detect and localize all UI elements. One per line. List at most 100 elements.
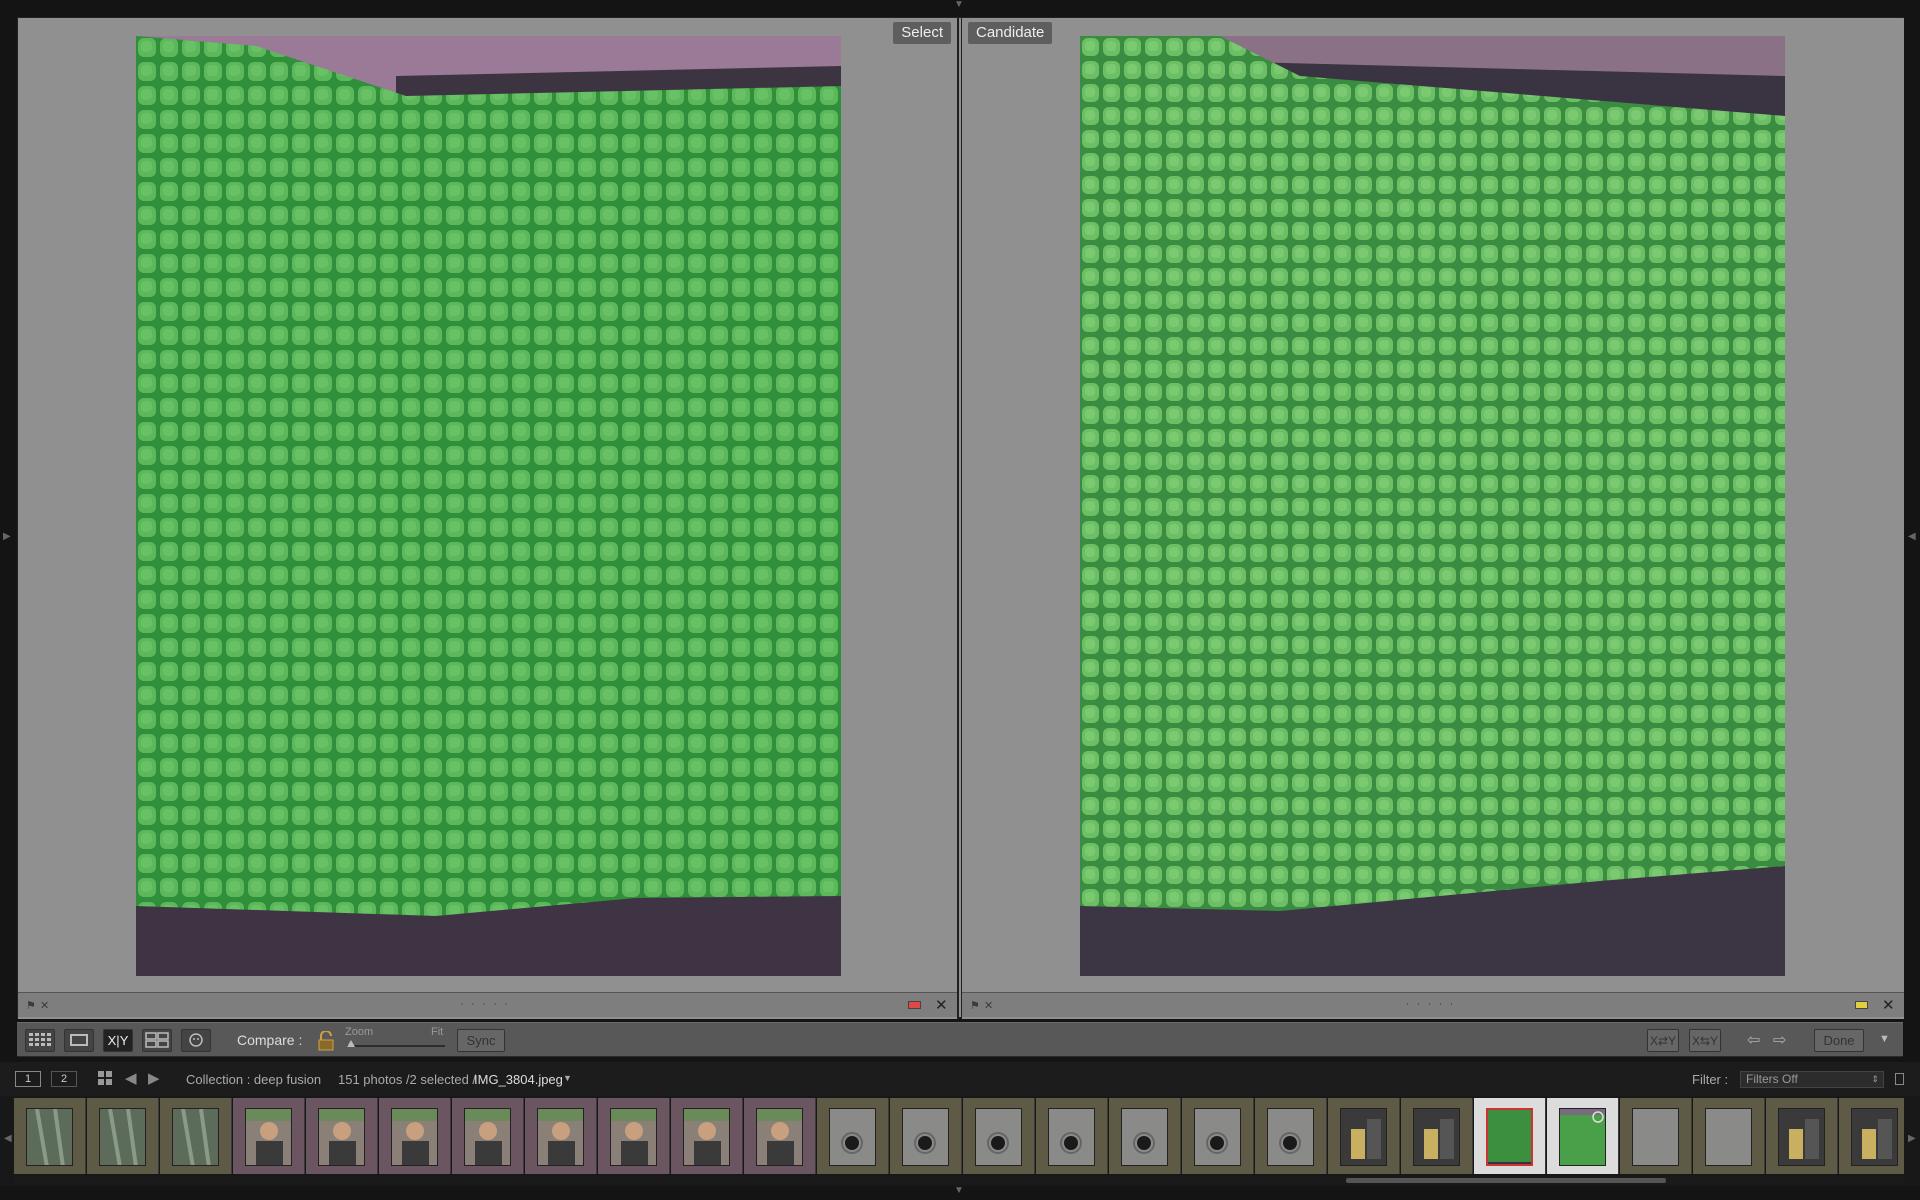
filename-dropdown-icon[interactable]: ▼ xyxy=(563,1073,572,1083)
thumbnail-image xyxy=(610,1108,657,1166)
filmstrip-left-icon[interactable]: ◀ xyxy=(4,1134,12,1144)
right-panel-toggle-icon[interactable]: ◀ xyxy=(1908,532,1916,542)
compare-view-button[interactable]: X|Y xyxy=(103,1029,133,1052)
filter-select[interactable]: Filters Off ⇕ xyxy=(1740,1071,1884,1088)
make-select-button[interactable]: X⇆Y xyxy=(1689,1029,1721,1052)
photo-count: 151 photos /2 selected / xyxy=(338,1072,477,1087)
toolbar: X|Y Compare : Zoom Fit Sync X⇄Y X⇆Y ⇦ ⇨ … xyxy=(17,1022,1903,1057)
zoom-slider-handle[interactable] xyxy=(347,1040,355,1047)
filmstrip-thumbnail[interactable] xyxy=(1547,1098,1619,1174)
monitor-2-button[interactable]: 2 xyxy=(51,1071,77,1087)
close-icon[interactable]: ✕ xyxy=(935,996,948,1014)
loupe-view-button[interactable] xyxy=(64,1029,94,1052)
filmstrip-thumbnail[interactable] xyxy=(598,1098,670,1174)
bottom-panel-toggle-icon[interactable]: ▼ xyxy=(954,1186,964,1196)
filmstrip-thumbnail[interactable] xyxy=(817,1098,889,1174)
top-panel-toggle-icon[interactable]: ▼ xyxy=(954,0,964,10)
filmstrip-thumbnail[interactable] xyxy=(1255,1098,1327,1174)
filmstrip-thumbnail[interactable] xyxy=(233,1098,305,1174)
toolbar-menu-chevron-icon[interactable]: ▼ xyxy=(1879,1033,1890,1045)
filmstrip-thumbnail[interactable] xyxy=(1109,1098,1181,1174)
thumbnail-image xyxy=(1121,1108,1168,1166)
collection-name[interactable]: Collection : deep fusion xyxy=(186,1072,321,1087)
color-label-yellow[interactable] xyxy=(1855,1001,1868,1009)
filmstrip-thumbnail[interactable] xyxy=(87,1098,159,1174)
filmstrip-thumbnail[interactable] xyxy=(379,1098,451,1174)
thumbnail-image xyxy=(172,1108,219,1166)
back-arrow-icon[interactable]: ◀ xyxy=(125,1069,137,1087)
zoom-slider-track[interactable] xyxy=(347,1045,445,1047)
filmstrip-thumbnail[interactable] xyxy=(1401,1098,1473,1174)
previous-arrow-icon[interactable]: ⇦ xyxy=(1747,1030,1760,1050)
filmstrip-thumbnail[interactable] xyxy=(1693,1098,1765,1174)
filmstrip-thumbnails xyxy=(14,1096,1904,1176)
star-rating[interactable]: ····· xyxy=(1406,996,1461,1010)
flag-icon[interactable]: ⚑ xyxy=(970,999,980,1012)
select-label: Select xyxy=(893,22,951,44)
thumbnail-image xyxy=(245,1108,292,1166)
filter-lock-icon[interactable] xyxy=(1895,1073,1904,1085)
thumbnail-image xyxy=(683,1108,730,1166)
thumbnail-image xyxy=(537,1108,584,1166)
candidate-photo[interactable] xyxy=(1080,36,1785,976)
grid-view-button[interactable] xyxy=(25,1029,55,1052)
color-label-red[interactable] xyxy=(908,1001,921,1009)
thumbnail-image xyxy=(1705,1108,1752,1166)
left-panel-toggle-icon[interactable]: ▶ xyxy=(3,532,11,542)
next-arrow-icon[interactable]: ⇨ xyxy=(1773,1030,1786,1050)
reject-icon[interactable]: ✕ xyxy=(40,999,49,1012)
filmstrip-thumbnail[interactable] xyxy=(1620,1098,1692,1174)
thumbnail-image xyxy=(1194,1108,1241,1166)
survey-icon xyxy=(145,1032,169,1048)
filmstrip-thumbnail[interactable] xyxy=(525,1098,597,1174)
filmstrip-thumbnail[interactable] xyxy=(306,1098,378,1174)
zoom-label: Zoom xyxy=(345,1026,374,1038)
close-icon[interactable]: ✕ xyxy=(1882,996,1895,1014)
filmstrip-thumbnail[interactable] xyxy=(671,1098,743,1174)
filmstrip-thumbnail[interactable] xyxy=(890,1098,962,1174)
filmstrip-thumbnail[interactable] xyxy=(1328,1098,1400,1174)
select-info-strip: ⚑ ✕ ····· ✕ xyxy=(18,992,957,1017)
lock-icon[interactable] xyxy=(317,1030,335,1056)
filmstrip-right-icon[interactable]: ▶ xyxy=(1908,1134,1916,1144)
thumbnail-image xyxy=(99,1108,146,1166)
filmstrip-thumbnail[interactable] xyxy=(744,1098,816,1174)
filmstrip-thumbnail[interactable] xyxy=(1474,1098,1546,1174)
candidate-pane[interactable]: Candidate xyxy=(961,18,1904,1019)
filmstrip-thumbnail[interactable] xyxy=(452,1098,524,1174)
people-view-button[interactable] xyxy=(181,1029,211,1052)
filmstrip-thumbnail[interactable] xyxy=(1036,1098,1108,1174)
done-button[interactable]: Done xyxy=(1814,1029,1864,1052)
filmstrip-header: 1 2 ◀ ▶ Collection : deep fusion 151 pho… xyxy=(0,1062,1920,1096)
thumbnail-image xyxy=(975,1108,1022,1166)
thumbnail-image xyxy=(1048,1108,1095,1166)
reject-icon[interactable]: ✕ xyxy=(984,999,993,1012)
select-photo[interactable] xyxy=(136,36,841,976)
thumbnail-image xyxy=(829,1108,876,1166)
sync-button[interactable]: Sync xyxy=(457,1029,505,1052)
filmstrip-thumbnail[interactable] xyxy=(963,1098,1035,1174)
loupe-icon xyxy=(70,1034,88,1046)
candidate-label: Candidate xyxy=(968,22,1053,44)
filmstrip-thumbnail[interactable] xyxy=(1766,1098,1838,1174)
select-pane[interactable]: Select xyxy=(18,18,959,1019)
filmstrip-thumbnail[interactable] xyxy=(14,1098,86,1174)
current-filename[interactable]: IMG_3804.jpeg xyxy=(474,1072,563,1087)
filmstrip-thumbnail[interactable] xyxy=(160,1098,232,1174)
filmstrip-thumbnail[interactable] xyxy=(1839,1098,1904,1174)
thumbnail-image xyxy=(1340,1108,1387,1166)
thumbnail-image xyxy=(1632,1108,1679,1166)
forward-arrow-icon[interactable]: ▶ xyxy=(148,1069,160,1087)
filmstrip-thumbnail[interactable] xyxy=(1182,1098,1254,1174)
survey-view-button[interactable] xyxy=(142,1029,172,1052)
thumbnail-image xyxy=(756,1108,803,1166)
filmstrip-scroll-thumb[interactable] xyxy=(1346,1178,1666,1183)
fit-label: Fit xyxy=(431,1026,444,1038)
thumbnail-image xyxy=(1778,1108,1825,1166)
thumbnail-image xyxy=(1851,1108,1898,1166)
star-rating[interactable]: ····· xyxy=(460,996,515,1010)
monitor-1-button[interactable]: 1 xyxy=(15,1071,41,1087)
grid-icon[interactable] xyxy=(98,1071,112,1090)
swap-button[interactable]: X⇄Y xyxy=(1647,1029,1679,1052)
flag-icon[interactable]: ⚑ xyxy=(26,999,36,1012)
